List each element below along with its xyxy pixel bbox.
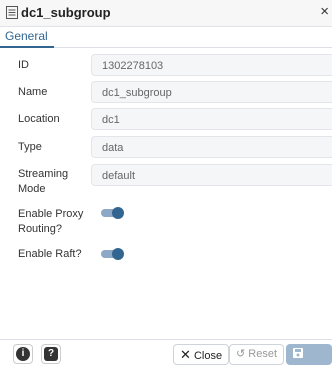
location-label: Location — [18, 113, 60, 125]
tab-bar: General — [0, 27, 332, 48]
proxy-routing-toggle[interactable] — [101, 207, 125, 219]
save-icon — [293, 348, 303, 358]
help-button[interactable]: ? — [41, 344, 61, 364]
id-field[interactable]: 1302278103 — [91, 54, 332, 76]
name-label: Name — [18, 86, 48, 98]
reset-button[interactable]: ↺ Reset — [229, 344, 285, 365]
id-label: ID — [18, 59, 29, 71]
streaming-mode-label: Streaming Mode — [18, 168, 69, 195]
document-icon — [6, 6, 18, 19]
properties-dialog: dc1_subgroup × General ID 1302278103 Nam… — [0, 0, 332, 379]
type-label: Type — [18, 141, 42, 153]
save-button[interactable]: Save — [286, 344, 332, 379]
help-icon: ? — [44, 347, 58, 361]
toggle-knob — [112, 248, 124, 260]
streaming-mode-field[interactable]: default — [91, 164, 332, 186]
name-field[interactable]: dc1_subgroup — [91, 81, 332, 103]
dialog-footer: i ? ✕ Close ↺ Reset Save — [0, 339, 332, 379]
close-icon[interactable]: × — [320, 3, 329, 20]
type-field[interactable]: data — [91, 136, 332, 158]
close-button[interactable]: ✕ Close — [173, 344, 230, 365]
raft-label: Enable Raft? — [18, 248, 82, 260]
location-field[interactable]: dc1 — [91, 108, 332, 130]
raft-toggle[interactable] — [101, 248, 125, 260]
save-button-label: Save — [293, 367, 319, 379]
dialog-title: dc1_subgroup — [21, 5, 111, 20]
reset-button-label: Reset — [248, 348, 278, 360]
close-x-icon: ✕ — [180, 347, 191, 362]
info-icon: i — [16, 347, 30, 361]
proxy-routing-label: Enable Proxy Routing? — [18, 208, 84, 235]
close-button-label: Close — [193, 350, 223, 362]
toggle-knob — [112, 207, 124, 219]
reset-icon: ↺ — [236, 348, 246, 360]
info-button[interactable]: i — [13, 344, 33, 364]
dialog-titlebar[interactable]: dc1_subgroup × — [0, 0, 332, 27]
tab-general[interactable]: General — [0, 27, 54, 48]
